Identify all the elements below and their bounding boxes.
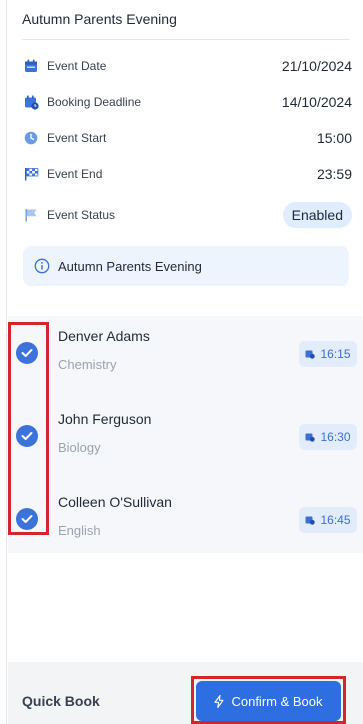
event-date-label: Event Date bbox=[47, 59, 107, 73]
event-start-label: Event Start bbox=[47, 131, 107, 145]
info-icon bbox=[34, 258, 50, 274]
calendar-clock-icon bbox=[305, 515, 316, 525]
event-end-row: Event End 23:59 bbox=[22, 162, 352, 186]
teacher-name: John Ferguson bbox=[58, 411, 152, 427]
list-item[interactable]: Colleen O'Sullivan English 16:45 bbox=[8, 484, 363, 560]
event-start-row: Event Start 15:00 bbox=[22, 126, 352, 150]
teacher-name: Colleen O'Sullivan bbox=[58, 494, 172, 510]
clock-icon bbox=[22, 129, 40, 147]
time-slot-badge: 16:15 bbox=[299, 341, 357, 367]
checkered-flag-icon bbox=[22, 165, 40, 183]
booking-deadline-label: Booking Deadline bbox=[47, 95, 142, 109]
flag-icon bbox=[22, 206, 40, 224]
time-slot-badge: 16:45 bbox=[299, 507, 357, 533]
time-slot-badge: 16:30 bbox=[299, 424, 357, 450]
lightning-icon bbox=[214, 694, 225, 708]
confirm-book-button[interactable]: Confirm & Book bbox=[196, 681, 341, 721]
subject-name: Biology bbox=[58, 440, 101, 455]
booking-deadline-value: 14/10/2024 bbox=[281, 94, 352, 110]
title-divider bbox=[22, 39, 350, 40]
calendar-clock-icon bbox=[305, 349, 316, 359]
teacher-name: Denver Adams bbox=[58, 328, 150, 344]
event-status-label: Event Status bbox=[47, 208, 116, 222]
event-info-banner: Autumn Parents Evening bbox=[23, 246, 349, 286]
event-status-row: Event Status Enabled bbox=[22, 201, 352, 229]
subject-name: Chemistry bbox=[58, 357, 117, 372]
quick-book-title: Quick Book bbox=[22, 693, 100, 709]
booking-deadline-row: Booking Deadline 14/10/2024 bbox=[22, 90, 352, 114]
event-end-value: 23:59 bbox=[316, 166, 352, 182]
list-item[interactable]: Denver Adams Chemistry 16:15 bbox=[8, 318, 363, 394]
subject-name: English bbox=[58, 523, 101, 538]
event-end-label: Event End bbox=[47, 167, 103, 181]
event-start-value: 15:00 bbox=[316, 130, 352, 146]
event-title: Autumn Parents Evening bbox=[22, 11, 177, 27]
status-badge: Enabled bbox=[282, 202, 352, 228]
confirm-book-label: Confirm & Book bbox=[231, 693, 323, 709]
appointment-list: Denver Adams Chemistry 16:15 John Fergus… bbox=[8, 316, 363, 553]
time-slot-text: 16:15 bbox=[320, 347, 351, 361]
time-slot-text: 16:45 bbox=[320, 513, 351, 527]
info-banner-text: Autumn Parents Evening bbox=[58, 258, 202, 274]
calendar-icon bbox=[22, 57, 40, 75]
event-date-row: Event Date 21/10/2024 bbox=[22, 54, 352, 78]
time-slot-text: 16:30 bbox=[320, 430, 351, 444]
calendar-clock-icon bbox=[22, 93, 40, 111]
event-date-value: 21/10/2024 bbox=[281, 58, 352, 74]
list-item[interactable]: John Ferguson Biology 16:30 bbox=[8, 401, 363, 477]
calendar-clock-icon bbox=[305, 432, 316, 442]
selection-highlight bbox=[8, 322, 49, 535]
left-divider bbox=[6, 0, 7, 724]
